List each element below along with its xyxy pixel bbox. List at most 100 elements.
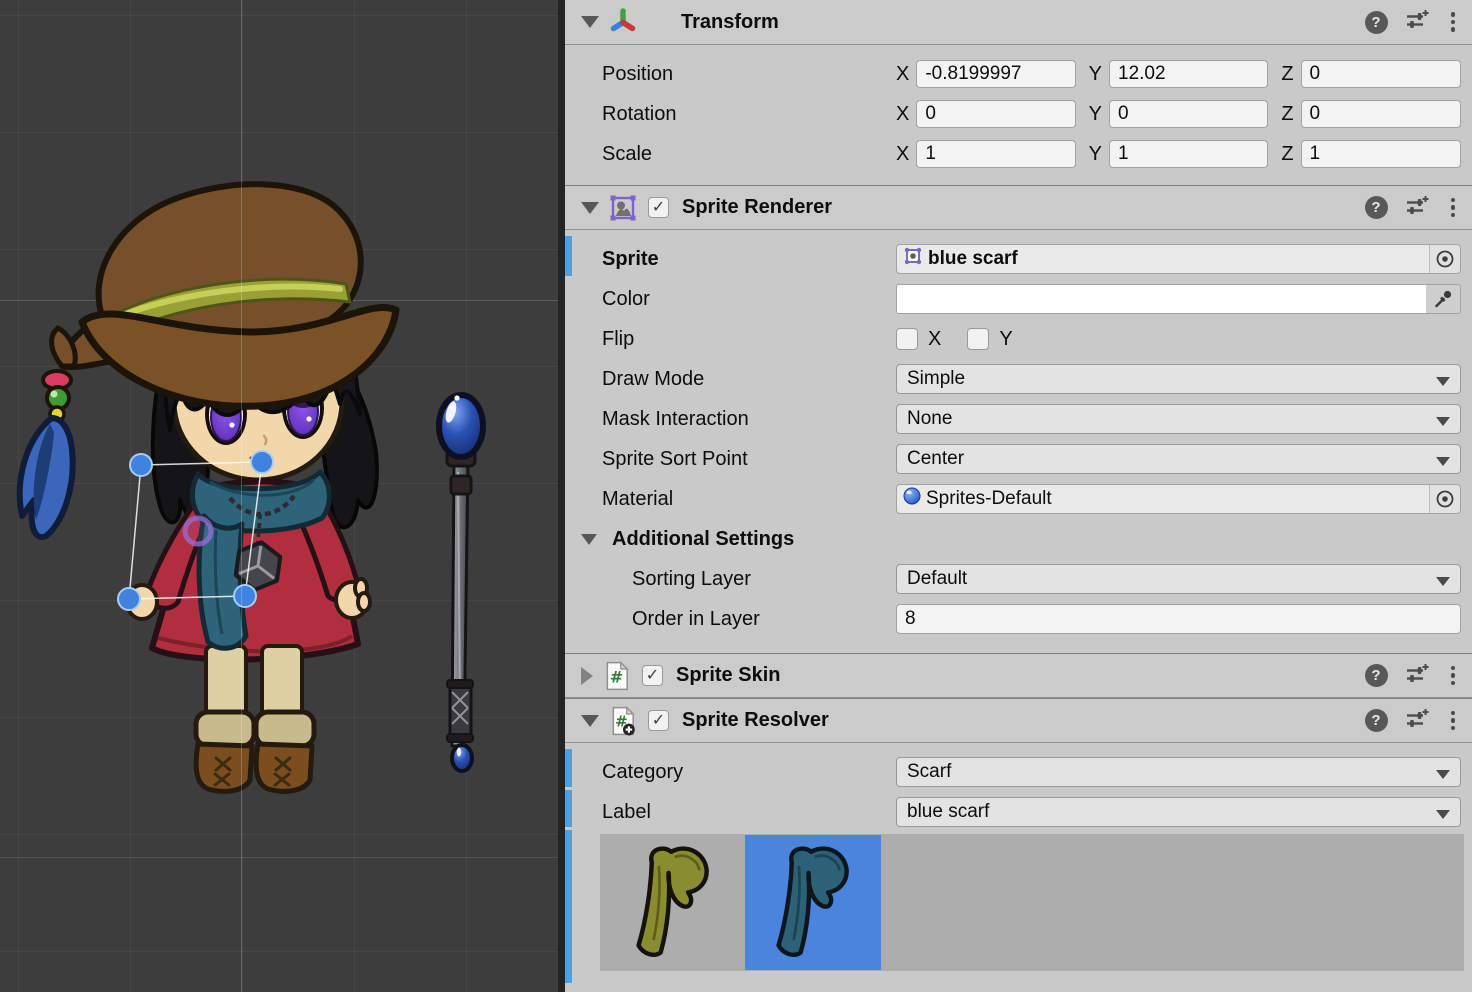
sprite-skin-component: # ✓ Sprite Skin ? (565, 653, 1472, 698)
hat-feather (20, 418, 73, 537)
sprite-renderer-icon (608, 193, 638, 223)
selection-handle[interactable] (251, 451, 273, 473)
additional-settings-row[interactable]: Additional Settings (565, 519, 1472, 559)
scene-grid-axis-vertical (241, 0, 242, 992)
foldout-icon[interactable] (581, 202, 599, 214)
context-menu-icon[interactable] (1447, 664, 1460, 688)
transform-component: Transform ? Position X-0.8199997 Y12.02 (565, 0, 1472, 185)
context-menu-icon[interactable] (1447, 709, 1460, 733)
context-menu-icon[interactable] (1447, 196, 1460, 220)
component-title: Sprite Skin (676, 664, 780, 687)
help-icon[interactable]: ? (1365, 664, 1388, 687)
mask-interaction-value: None (907, 408, 952, 430)
context-menu-icon[interactable] (1447, 10, 1460, 34)
material-label: Material (565, 488, 896, 511)
component-enabled-checkbox[interactable]: ✓ (642, 665, 663, 686)
position-row: Position X-0.8199997 Y12.02 Z0 (565, 54, 1472, 94)
chevron-down-icon (1436, 417, 1450, 426)
flip-x-checkbox[interactable] (896, 328, 918, 350)
scale-x-field[interactable]: 1 (916, 140, 1075, 168)
component-title: Sprite Resolver (682, 709, 829, 732)
eyedropper-icon[interactable] (1426, 285, 1460, 313)
transform-header[interactable]: Transform ? (565, 0, 1472, 45)
sprite-renderer-component: ✓ Sprite Renderer ? Sprite (565, 185, 1472, 653)
character-boot-cuffs (196, 712, 314, 746)
sprite-label: Sprite (565, 248, 896, 271)
transform-icon (608, 7, 638, 37)
thumbnail-blue-scarf-selected[interactable] (745, 835, 881, 970)
material-value: Sprites-Default (926, 488, 1052, 510)
category-value: Scarf (907, 761, 951, 783)
override-bar-category (565, 749, 572, 787)
help-icon[interactable]: ? (1365, 196, 1388, 219)
presets-icon[interactable] (1405, 193, 1430, 223)
flip-y-checkbox[interactable] (967, 328, 989, 350)
help-icon[interactable]: ? (1365, 11, 1388, 34)
sprite-sort-point-label: Sprite Sort Point (565, 448, 896, 471)
sprite-object-field[interactable]: blue scarf (896, 244, 1461, 274)
foldout-icon[interactable] (581, 715, 599, 727)
rotation-y-field[interactable]: 0 (1109, 100, 1268, 128)
chevron-down-icon (1436, 577, 1450, 586)
flip-x-label: X (928, 328, 941, 351)
sprite-pivot-circle[interactable] (185, 518, 211, 544)
flip-label: Flip (565, 328, 896, 351)
axis-z-label: Z (1281, 103, 1293, 126)
component-enabled-checkbox[interactable]: ✓ (648, 710, 669, 731)
selection-handle[interactable] (234, 585, 256, 607)
chevron-down-icon (1436, 770, 1450, 779)
help-icon[interactable]: ? (1365, 709, 1388, 732)
scene-view[interactable] (0, 0, 558, 992)
sprite-renderer-header[interactable]: ✓ Sprite Renderer ? (565, 185, 1472, 230)
position-x-field[interactable]: -0.8199997 (916, 60, 1075, 88)
scene-canvas (0, 0, 558, 992)
order-in-layer-field[interactable]: 8 (896, 604, 1461, 634)
foldout-icon[interactable] (581, 667, 593, 685)
presets-icon[interactable] (1405, 661, 1430, 691)
selection-handle[interactable] (118, 588, 140, 610)
sorting-layer-value: Default (907, 568, 967, 590)
material-row: Material Sprites-Default (565, 479, 1472, 519)
foldout-icon[interactable] (581, 16, 599, 28)
scale-z-field[interactable]: 1 (1301, 140, 1461, 168)
scale-y-field[interactable]: 1 (1109, 140, 1268, 168)
presets-icon[interactable] (1405, 7, 1430, 37)
sprite-resolver-header[interactable]: # ✓ Sprite Resolver ? (565, 698, 1472, 743)
sprite-renderer-body: Sprite blue scarf (565, 230, 1472, 653)
rotation-z-field[interactable]: 0 (1301, 100, 1461, 128)
override-bar-thumbnails (565, 830, 572, 983)
sprite-sort-point-dropdown[interactable]: Center (896, 444, 1461, 474)
color-swatch[interactable] (897, 285, 1426, 313)
rotation-x-field[interactable]: 0 (916, 100, 1075, 128)
color-field[interactable] (896, 284, 1461, 314)
sprite-sort-point-value: Center (907, 448, 964, 470)
selection-handle[interactable] (130, 454, 152, 476)
character-sprite (20, 184, 483, 791)
component-enabled-checkbox[interactable]: ✓ (648, 197, 669, 218)
category-dropdown[interactable]: Scarf (896, 757, 1461, 787)
draw-mode-dropdown[interactable]: Simple (896, 364, 1461, 394)
label-dropdown[interactable]: blue scarf (896, 797, 1461, 827)
mask-interaction-dropdown[interactable]: None (896, 404, 1461, 434)
object-picker-icon[interactable] (1429, 245, 1460, 273)
transform-body: Position X-0.8199997 Y12.02 Z0 Rotation … (565, 45, 1472, 185)
sprite-skin-header[interactable]: # ✓ Sprite Skin ? (565, 653, 1472, 698)
chevron-down-icon (1436, 457, 1450, 466)
object-picker-icon[interactable] (1429, 485, 1460, 513)
sorting-layer-dropdown[interactable]: Default (896, 564, 1461, 594)
axis-z-label: Z (1281, 63, 1293, 86)
position-z-field[interactable]: 0 (1301, 60, 1461, 88)
scale-row: Scale X1 Y1 Z1 (565, 134, 1472, 174)
category-row: Category Scarf (565, 752, 1472, 792)
order-in-layer-row: Order in Layer 8 (565, 599, 1472, 639)
presets-icon[interactable] (1405, 706, 1430, 736)
rotation-label: Rotation (565, 103, 896, 126)
position-y-field[interactable]: 12.02 (1109, 60, 1268, 88)
chevron-down-icon (1436, 377, 1450, 386)
override-bar-sprite (565, 236, 572, 276)
sorting-layer-row: Sorting Layer Default (565, 559, 1472, 599)
thumbnail-green-scarf[interactable] (615, 835, 731, 970)
material-object-field[interactable]: Sprites-Default (896, 484, 1461, 514)
foldout-icon[interactable] (581, 534, 597, 545)
panel-divider[interactable] (558, 0, 565, 992)
